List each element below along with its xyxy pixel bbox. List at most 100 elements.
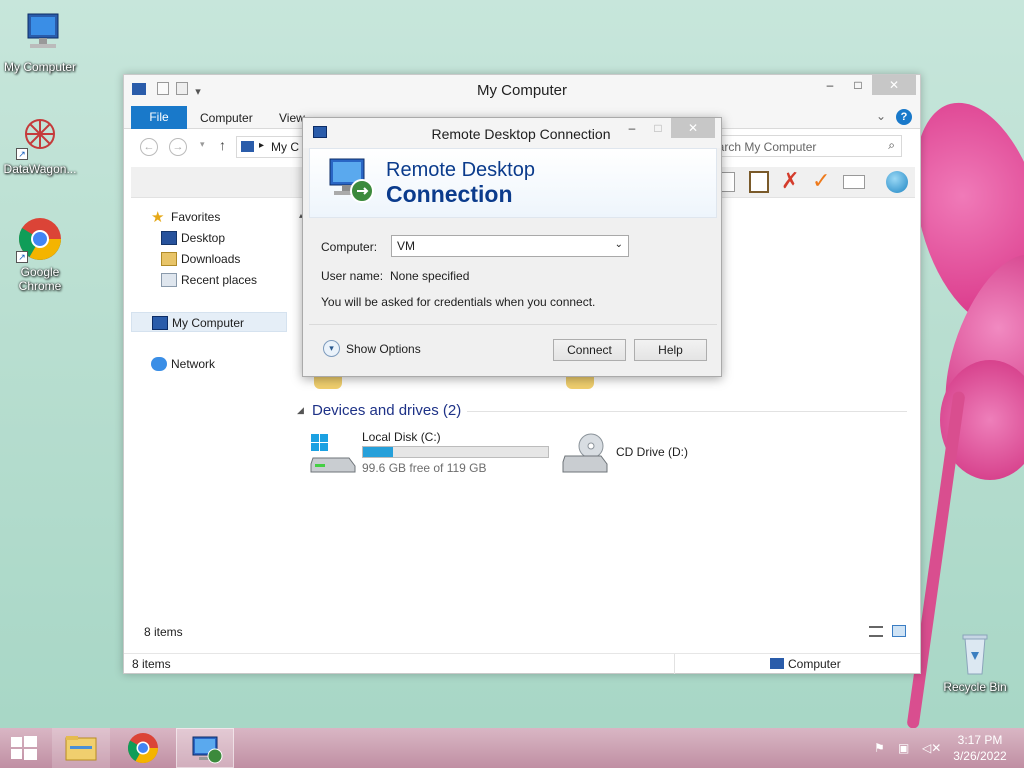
clock-date: 3/26/2022 (953, 749, 1007, 763)
nav-favorites[interactable]: ★ Favorites (131, 207, 287, 227)
rdc-maximize-button[interactable]: □ (645, 118, 671, 138)
desktop-icon-label: Recycle Bin (943, 680, 1007, 694)
nav-network[interactable]: Network (131, 354, 287, 374)
rdc-close-button[interactable]: ✕ (671, 118, 715, 138)
rdc-minimize-button[interactable]: ‒ (619, 118, 645, 138)
breadcrumb-chevron-icon: ▸ (259, 140, 265, 151)
drive-free-space: 99.6 GB free of 119 GB (362, 461, 487, 475)
drive-name: CD Drive (D:) (616, 445, 688, 459)
help-button[interactable]: Help (634, 339, 707, 361)
taskbar-remote-desktop[interactable] (176, 728, 234, 768)
drive-d[interactable]: CD Drive (D:) (561, 430, 741, 476)
search-placeholder: Search My Computer (703, 140, 817, 154)
nav-label: Downloads (181, 252, 241, 266)
rdc-body-divider (309, 324, 717, 325)
drive-c[interactable]: Local Disk (C:) 99.6 GB free of 119 GB (307, 430, 557, 476)
show-options-label: Show Options (346, 342, 421, 356)
desktop-icon-recycle-bin[interactable]: Recycle Bin (935, 630, 1015, 694)
minimize-button[interactable]: ‒ (816, 75, 844, 95)
connect-button[interactable]: Connect (553, 339, 626, 361)
explorer-title: My Computer (476, 82, 568, 99)
credentials-note: You will be asked for credentials when y… (321, 295, 596, 309)
computer-small-icon (770, 658, 784, 669)
taskbar: ⚑ ▣ ◁✕ 3:17 PM 3/26/2022 (0, 728, 1024, 768)
status-bar: 8 items Computer (124, 653, 920, 674)
clock[interactable]: 3:17 PM 3/26/2022 (952, 732, 1008, 764)
taskbar-file-explorer[interactable] (52, 728, 110, 768)
file-explorer-icon (65, 736, 97, 761)
username-label: User name: (321, 269, 384, 283)
clock-time: 3:17 PM (957, 733, 1003, 747)
datawagon-icon: ↗ (16, 112, 64, 160)
desktop-icon-label: DataWagon... (3, 162, 77, 176)
paste-icon[interactable] (749, 171, 769, 193)
show-options-toggle[interactable]: ▾ Show Options (323, 340, 423, 358)
cd-drive-icon (561, 432, 609, 474)
desktop-icon-label: My Computer (3, 60, 77, 74)
action-center-flag-icon[interactable]: ⚑ (874, 741, 888, 755)
downloads-icon (161, 252, 177, 266)
explorer-titlebar[interactable]: ▾ My Computer ‒ □ ✕ (124, 75, 920, 105)
help-icon[interactable]: ? (896, 109, 912, 125)
desktop-icon-label: Google Chrome (18, 265, 62, 293)
search-icon[interactable]: ⌕ (888, 138, 895, 153)
computer-select[interactable]: VM ⌄ (391, 235, 629, 257)
rdc-banner-title-line1: Remote Desktop (386, 159, 535, 181)
status-item-count: 8 items (132, 657, 171, 671)
shortcut-arrow-icon: ↗ (16, 251, 28, 263)
devices-divider (467, 411, 907, 412)
back-button[interactable]: ← (140, 138, 158, 156)
globe-icon[interactable] (886, 171, 908, 193)
rdc-banner: Remote Desktop Connection (309, 148, 717, 218)
rdc-body: Computer: VM ⌄ User name: None specified… (309, 219, 717, 369)
expand-circle-icon: ▾ (323, 340, 340, 357)
computer-small-icon (241, 141, 254, 152)
large-icons-view-icon[interactable] (892, 625, 906, 637)
delete-icon[interactable]: ✗ (781, 169, 799, 193)
details-view-icon[interactable] (869, 626, 883, 637)
nav-my-computer[interactable]: My Computer (131, 312, 287, 332)
up-button[interactable]: ↑ (219, 137, 226, 153)
desktop-icon-datawagon[interactable]: ↗ DataWagon... (0, 112, 80, 176)
forward-button[interactable]: → (169, 138, 187, 156)
desktop-icon-chrome[interactable]: ↗ Google Chrome (0, 215, 80, 293)
address-bar[interactable]: ▸ My C (236, 136, 306, 158)
network-status-icon[interactable]: ▣ (898, 741, 912, 755)
search-input[interactable]: Search My Computer ⌕ (714, 135, 902, 157)
devices-header: Devices and drives (2) (312, 402, 462, 419)
drive-name: Local Disk (C:) (362, 430, 441, 444)
tab-view[interactable]: View (279, 111, 305, 125)
desktop-icon-my-computer[interactable]: My Computer (0, 10, 80, 74)
rdc-titlebar[interactable]: Remote Desktop Connection ‒ □ ✕ (303, 118, 721, 148)
shortcut-arrow-icon: ↗ (16, 148, 28, 160)
nav-label: Network (171, 357, 216, 371)
tab-computer[interactable]: Computer (200, 111, 253, 125)
nav-recent-places[interactable]: Recent places (131, 270, 287, 290)
nav-label: My Computer (172, 316, 245, 330)
rdc-banner-title-line2: Connection (386, 181, 513, 207)
computer-icon (16, 10, 64, 58)
address-text: My C (271, 140, 299, 154)
rename-icon[interactable] (843, 175, 865, 189)
maximize-button[interactable]: □ (844, 75, 872, 95)
taskbar-chrome[interactable] (114, 728, 172, 768)
recent-locations-icon[interactable]: ▾ (200, 139, 205, 150)
start-button[interactable] (0, 728, 48, 768)
rdc-logo-icon (326, 157, 376, 205)
nav-label: Favorites (171, 210, 221, 224)
devices-section-toggle-icon[interactable]: ◢ (297, 405, 304, 416)
nav-downloads[interactable]: Downloads (131, 249, 287, 269)
volume-muted-icon[interactable]: ◁✕ (922, 741, 941, 755)
recycle-bin-icon (951, 630, 999, 678)
chevron-down-icon[interactable]: ⌄ (615, 239, 623, 250)
close-button[interactable]: ✕ (872, 75, 916, 95)
desktop-icon (161, 231, 177, 245)
nav-desktop[interactable]: Desktop (131, 228, 287, 248)
hard-drive-icon (309, 432, 357, 474)
nav-label: Desktop (181, 231, 226, 245)
ribbon-expand-icon[interactable]: ⌄ (876, 109, 886, 123)
chrome-icon: ↗ (16, 215, 64, 263)
check-icon[interactable]: ✓ (812, 169, 830, 193)
tab-file[interactable]: File (131, 106, 187, 129)
nav-label: Recent places (181, 273, 258, 287)
